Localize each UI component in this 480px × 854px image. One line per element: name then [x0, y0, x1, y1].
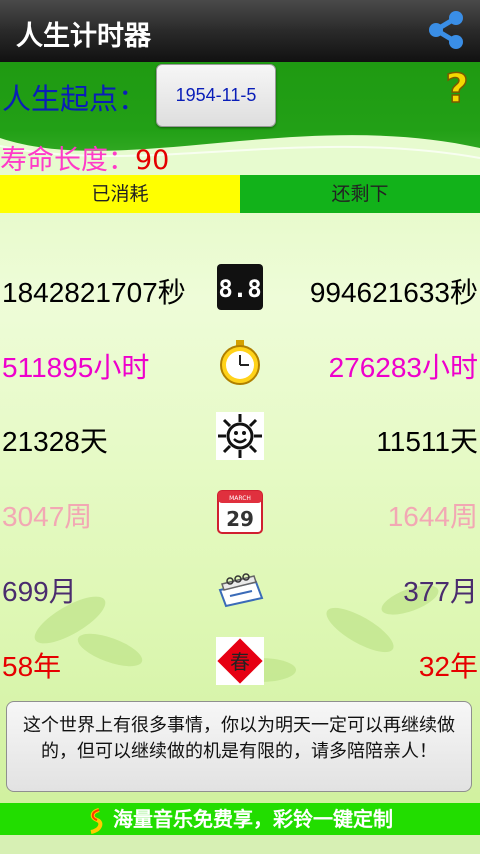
life-length-label: 寿命长度：90 — [0, 138, 169, 177]
years-used: 58年 — [2, 651, 62, 682]
ad-banner[interactable]: 海量音乐免费享，彩铃一键定制 — [0, 803, 480, 835]
years-remaining: 32年 — [418, 651, 478, 682]
message-box[interactable]: 这个世界上有很多事情，你以为明天一定可以再继续做的，但可以继续做的机是有限的，请… — [6, 701, 472, 792]
seconds-used: 1842821707秒 — [2, 277, 186, 308]
help-icon[interactable]: ? — [440, 66, 474, 108]
chun-character: 春 — [230, 650, 250, 674]
weeks-remaining: 1644周 — [387, 501, 478, 532]
chun-icon: 春 — [216, 637, 264, 685]
row-weeks: 3047周 MARCH 29 1644周 — [0, 487, 480, 537]
hours-remaining: 276283小时 — [328, 352, 478, 383]
calendar-month: MARCH — [229, 495, 251, 502]
seconds-remaining: 994621633秒 — [309, 277, 478, 308]
tab-used[interactable]: 已消耗 — [0, 175, 240, 213]
tab-remaining[interactable]: 还剩下 — [240, 175, 480, 213]
digital-clock-icon: 8.8 — [217, 264, 263, 310]
tab-bar: 已消耗 还剩下 — [0, 175, 480, 213]
title-bar: 人生计时器 — [0, 0, 480, 62]
weeks-used: 3047周 — [2, 501, 93, 532]
calendar-day: 29 — [226, 507, 254, 531]
start-label: 人生起点： — [2, 82, 148, 116]
row-days: 21328天 11511天 — [0, 412, 480, 462]
desk-calendar-icon — [218, 573, 264, 608]
stopwatch-icon — [220, 340, 260, 385]
life-length-caption: 寿命长度： — [0, 145, 135, 176]
bottom-strip — [0, 835, 480, 854]
svg-text:?: ? — [445, 66, 468, 108]
svg-text:8.8: 8.8 — [218, 275, 261, 303]
share-icon[interactable] — [424, 8, 468, 52]
life-length-value[interactable]: 90 — [135, 145, 169, 176]
row-seconds: 1842821707秒 8.8 994621633秒 — [0, 263, 480, 313]
row-months: 699月 377月 — [0, 562, 480, 612]
days-used: 21328天 — [2, 426, 108, 457]
months-used: 699月 — [2, 576, 77, 607]
hours-used: 511895小时 — [2, 352, 150, 383]
start-date-button[interactable]: 1954-11-5 — [156, 64, 276, 127]
sun-face-icon — [216, 412, 264, 460]
days-remaining: 11511天 — [376, 426, 478, 457]
row-hours: 511895小时 276283小时 — [0, 338, 480, 388]
row-years: 58年 春 32年 — [0, 637, 480, 687]
months-remaining: 377月 — [403, 576, 478, 607]
music-logo-icon — [90, 807, 103, 834]
ad-text: 海量音乐免费享，彩铃一键定制 — [113, 807, 393, 831]
calendar-icon: MARCH 29 — [217, 490, 263, 534]
app-title: 人生计时器 — [16, 21, 151, 52]
